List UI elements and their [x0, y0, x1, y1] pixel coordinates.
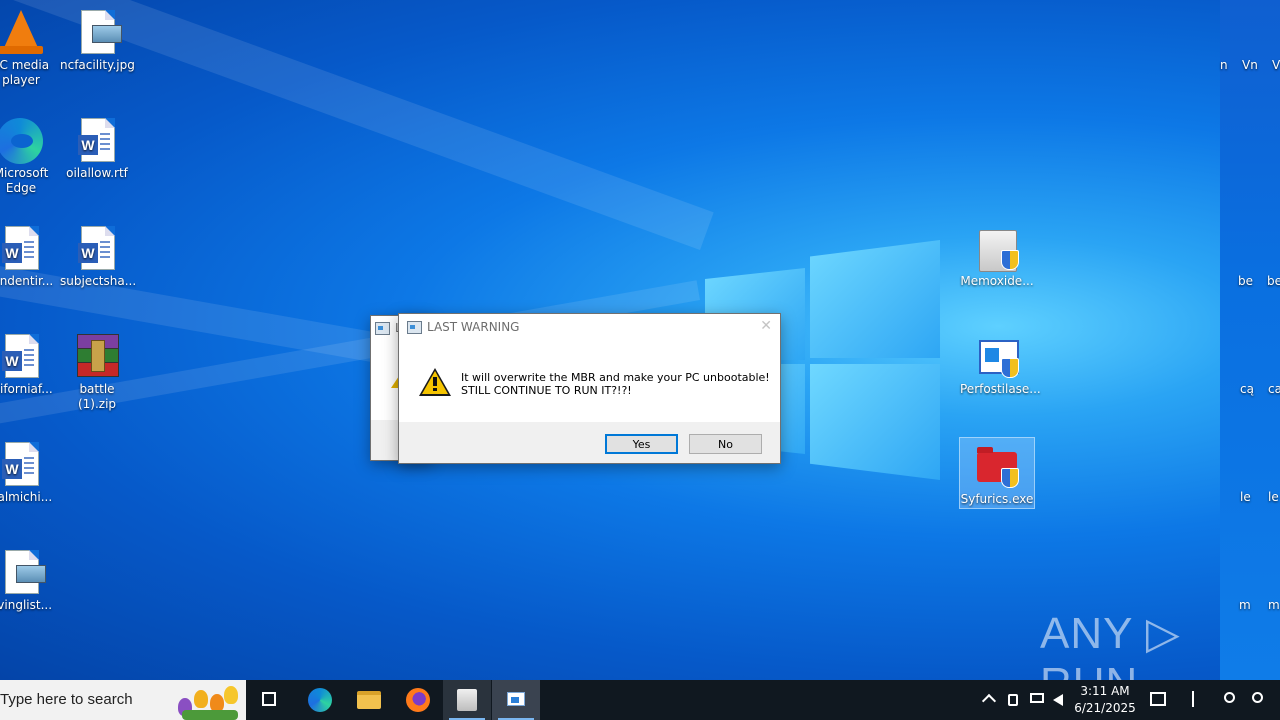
desktop-icon-word-doc[interactable]: W hindentir... [0, 224, 58, 289]
secondary-desktop-strip: n Vn V be be cą ca le le m m [1220, 0, 1280, 680]
show-hidden-icons[interactable] [980, 680, 998, 720]
dialog-footer: Yes No [399, 423, 780, 463]
taskbar: Type here to search 3:11 AM 6/21/2025 [0, 680, 1280, 720]
usb-tray[interactable] [1004, 680, 1022, 720]
taskbar-firefox[interactable] [394, 680, 442, 720]
secondary-search[interactable] [1218, 680, 1242, 720]
task-view-button[interactable] [246, 680, 294, 720]
strip-label: n [1220, 58, 1228, 72]
desktop-icon-image[interactable]: ovinglist... [0, 548, 58, 613]
network-icon [1030, 693, 1044, 703]
desktop-icon-label: ncfacility.jpg [60, 58, 135, 72]
desktop-icon-label: LC media player [0, 58, 50, 87]
desktop-icon-word-doc[interactable]: W aliforniaf... [0, 332, 58, 397]
strip-label: V [1272, 58, 1280, 72]
anyrun-watermark: ANY ▷ RUN [1040, 609, 1181, 680]
volume-icon [1053, 694, 1063, 706]
clock-date: 6/21/2025 [1074, 701, 1136, 715]
taskbar-warning-dialog-app[interactable] [492, 680, 540, 720]
taskbar-edge[interactable] [296, 680, 344, 720]
desktop-icon-exe[interactable]: Syfurics.exe [959, 437, 1035, 509]
taskbar-clock[interactable]: 3:11 AM 6/21/2025 [1072, 683, 1138, 717]
desktop-icon-drive[interactable]: Memoxide... [960, 224, 1034, 289]
desktop-icon-label: Microsoft Edge [0, 166, 49, 195]
yes-button[interactable]: Yes [605, 434, 678, 454]
desktop-icon-label: galmichi... [0, 490, 53, 504]
desktop-icon-label: hindentir... [0, 274, 54, 288]
folder-icon [357, 691, 381, 709]
desktop[interactable]: LC media player Microsoft Edge W hindent… [0, 0, 1280, 680]
strip-label: le [1268, 490, 1279, 504]
strip-label: be [1238, 274, 1253, 288]
desktop-icon-vlc[interactable]: LC media player [0, 8, 58, 88]
desktop-icon-label: subjectsha... [60, 274, 137, 288]
desktop-icon-zip[interactable]: battle (1).zip [60, 332, 134, 412]
desktop-icon-label: aliforniaf... [0, 382, 53, 396]
strip-label: le [1240, 490, 1251, 504]
uac-shield-icon [1001, 358, 1019, 378]
last-warning-dialog[interactable]: LAST WARNING ✕ It will overwrite the MBR… [398, 313, 781, 464]
usb-icon [1008, 694, 1018, 706]
strip-label: Vn [1242, 58, 1258, 72]
search-icon [1224, 692, 1235, 703]
desktop-icon-word-doc[interactable]: W subjectsha... [60, 224, 137, 289]
app-icon [407, 321, 422, 334]
edge-icon [308, 688, 332, 712]
taskbar-running-app[interactable] [443, 680, 491, 720]
word-document-icon: W [78, 118, 115, 162]
action-center-button[interactable] [1146, 680, 1170, 720]
search-highlight-illustration-icon [172, 684, 244, 720]
desktop-icon-label: Memoxide... [960, 274, 1034, 288]
image-file-icon [5, 550, 46, 594]
search-placeholder: Type here to search [0, 691, 133, 708]
no-button[interactable]: No [689, 434, 762, 454]
notification-icon [1150, 692, 1166, 706]
winrar-archive-icon [77, 334, 119, 377]
chevron-up-icon [981, 693, 997, 709]
desktop-icon-label: battle (1).zip [77, 382, 117, 411]
search-box[interactable]: Type here to search [0, 680, 246, 720]
volume-tray[interactable] [1050, 680, 1070, 720]
desktop-icon-word-doc[interactable]: W galmichi... [0, 440, 58, 505]
pen-icon [1192, 691, 1194, 707]
drive-icon [457, 689, 477, 711]
word-document-icon: W [2, 442, 39, 486]
firefox-icon [406, 688, 430, 712]
desktop-icon-word-doc[interactable]: W oilallow.rtf [60, 116, 134, 181]
secondary-search-2[interactable] [1246, 680, 1270, 720]
close-icon[interactable]: ✕ [760, 318, 772, 334]
uac-shield-icon [1001, 250, 1019, 270]
vlc-icon [3, 10, 39, 50]
dialog-title: LAST WARNING [427, 320, 520, 334]
dialog-message: It will overwrite the MBR and make your … [461, 371, 770, 397]
app-icon [375, 322, 390, 335]
desktop-icon-installer[interactable]: Perfostilase... [960, 332, 1041, 397]
strip-label: ca [1268, 382, 1280, 396]
desktop-icon-label: ovinglist... [0, 598, 53, 612]
show-desktop-area[interactable] [1184, 680, 1204, 720]
window-app-icon [507, 692, 525, 706]
search-icon [1252, 692, 1263, 703]
desktop-icon-label: oilallow.rtf [66, 166, 128, 180]
desktop-icon-image[interactable]: ncfacility.jpg [60, 8, 135, 73]
word-document-icon: W [2, 334, 39, 378]
network-tray[interactable] [1027, 680, 1047, 720]
image-file-icon [81, 10, 122, 54]
strip-label: be [1267, 274, 1280, 288]
uac-shield-icon [1001, 468, 1019, 488]
task-view-icon [262, 692, 276, 706]
dialog-body: It will overwrite the MBR and make your … [399, 340, 780, 422]
strip-label: cą [1240, 382, 1254, 396]
warning-icon [419, 368, 451, 396]
word-document-icon: W [78, 226, 115, 270]
dialog-titlebar[interactable]: LAST WARNING ✕ [399, 314, 780, 340]
desktop-icon-label: Syfurics.exe [960, 492, 1034, 506]
desktop-icon-edge[interactable]: Microsoft Edge [0, 116, 58, 196]
word-document-icon: W [2, 226, 39, 270]
edge-icon [0, 118, 43, 164]
taskbar-file-explorer[interactable] [345, 680, 393, 720]
clock-time: 3:11 AM [1080, 684, 1130, 698]
desktop-icon-label: Perfostilase... [960, 382, 1041, 396]
